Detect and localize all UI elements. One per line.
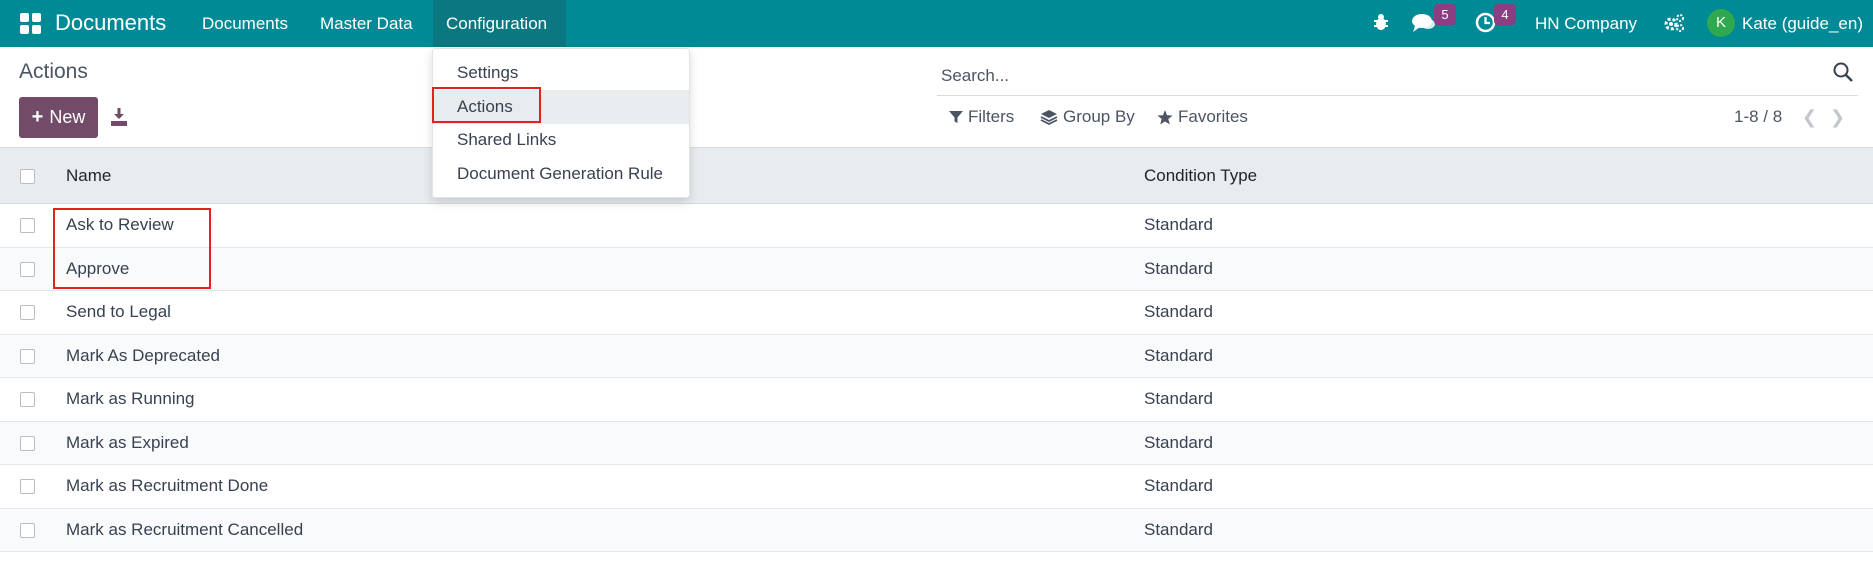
pager-next-icon[interactable]: ❯ (1830, 107, 1845, 128)
table-row[interactable]: Mark as Running Standard (0, 378, 1873, 422)
dropdown-item-document-generation-rule[interactable]: Document Generation Rule (433, 157, 689, 191)
table-row[interactable]: Mark as Recruitment Cancelled Standard (0, 508, 1873, 552)
filters-label: Filters (968, 107, 1015, 126)
table-row[interactable]: Send to Legal Standard (0, 291, 1873, 335)
menu-master-data[interactable]: Master Data (320, 14, 413, 34)
settings-gears-icon[interactable] (1663, 13, 1685, 33)
row-name: Mark as Recruitment Done (66, 476, 269, 495)
column-header-name[interactable]: Name (66, 166, 111, 186)
star-icon (1157, 109, 1173, 124)
menu-documents[interactable]: Documents (202, 14, 288, 34)
apps-menu-icon[interactable] (20, 13, 41, 34)
row-checkbox[interactable] (20, 348, 35, 364)
configuration-dropdown: Settings Actions Shared Links Document G… (432, 48, 690, 198)
debug-bug-icon[interactable] (1372, 12, 1390, 32)
row-checkbox[interactable] (20, 392, 35, 407)
row-condition-type: Standard (1144, 519, 1213, 539)
search-input[interactable] (941, 62, 1791, 90)
row-condition-type: Standard (1144, 302, 1213, 321)
layers-icon (1040, 110, 1058, 125)
row-checkbox[interactable] (20, 522, 35, 538)
select-all-checkbox[interactable] (20, 169, 35, 184)
row-condition-type: Standard (1144, 258, 1213, 278)
activities-badge: 4 (1494, 4, 1516, 25)
filters-button[interactable]: Filters (949, 107, 1014, 127)
menu-configuration[interactable]: Configuration (446, 14, 547, 34)
filter-icon (949, 111, 963, 123)
row-checkbox[interactable] (20, 305, 35, 320)
dropdown-item-settings[interactable]: Settings (433, 56, 689, 90)
dropdown-item-shared-links[interactable]: Shared Links (433, 123, 689, 157)
download-icon[interactable] (110, 107, 128, 127)
row-condition-type: Standard (1144, 215, 1213, 234)
table-header: Name Condition Type (0, 147, 1873, 204)
favorites-button[interactable]: Favorites (1157, 107, 1248, 127)
plus-icon: + (31, 106, 44, 128)
annotation-highlight-rows (53, 208, 211, 289)
page-title: Actions (19, 60, 88, 83)
messages-badge: 5 (1434, 4, 1456, 25)
new-button[interactable]: + New (19, 97, 98, 138)
column-header-condition-type[interactable]: Condition Type (1144, 166, 1257, 186)
annotation-highlight-actions (432, 87, 541, 123)
pager-previous-icon[interactable]: ❮ (1802, 107, 1817, 128)
search-bar (937, 58, 1858, 96)
row-name: Mark as Running (66, 389, 195, 408)
row-checkbox[interactable] (20, 261, 35, 277)
row-condition-type: Standard (1144, 389, 1213, 408)
app-title[interactable]: Documents (55, 10, 166, 36)
company-switcher[interactable]: HN Company (1535, 14, 1637, 34)
messages-icon[interactable] (1412, 13, 1436, 33)
row-checkbox[interactable] (20, 479, 35, 494)
actions-list-table: Name Condition Type Ask to Review Standa… (0, 147, 1873, 552)
pager-value[interactable]: 1-8 / 8 (1734, 107, 1782, 127)
table-row[interactable]: Ask to Review Standard (0, 204, 1873, 248)
row-name: Send to Legal (66, 302, 171, 321)
row-checkbox[interactable] (20, 218, 35, 233)
table-row[interactable]: Mark as Expired Standard (0, 421, 1873, 465)
user-menu[interactable]: Kate (guide_en) (1742, 14, 1863, 34)
row-condition-type: Standard (1144, 432, 1213, 452)
favorites-label: Favorites (1178, 107, 1248, 126)
table-row[interactable]: Mark As Deprecated Standard (0, 334, 1873, 378)
table-row[interactable]: Mark as Recruitment Done Standard (0, 465, 1873, 509)
row-name: Mark As Deprecated (66, 345, 221, 365)
groupby-button[interactable]: Group By (1040, 107, 1135, 127)
row-checkbox[interactable] (20, 435, 35, 451)
table-body: Ask to Review Standard Approve Standard … (0, 204, 1873, 552)
top-navbar: Documents Documents Master Data Configur… (0, 0, 1873, 47)
row-name: Mark as Recruitment Cancelled (66, 519, 304, 539)
user-avatar[interactable]: K (1707, 9, 1735, 37)
table-row[interactable]: Approve Standard (0, 247, 1873, 291)
row-condition-type: Standard (1144, 476, 1213, 495)
activities-clock-icon[interactable] (1475, 12, 1496, 33)
search-icon[interactable] (1832, 61, 1854, 83)
row-condition-type: Standard (1144, 345, 1213, 365)
new-button-label: New (49, 107, 86, 127)
groupby-label: Group By (1063, 107, 1135, 126)
row-name: Mark as Expired (66, 432, 189, 452)
